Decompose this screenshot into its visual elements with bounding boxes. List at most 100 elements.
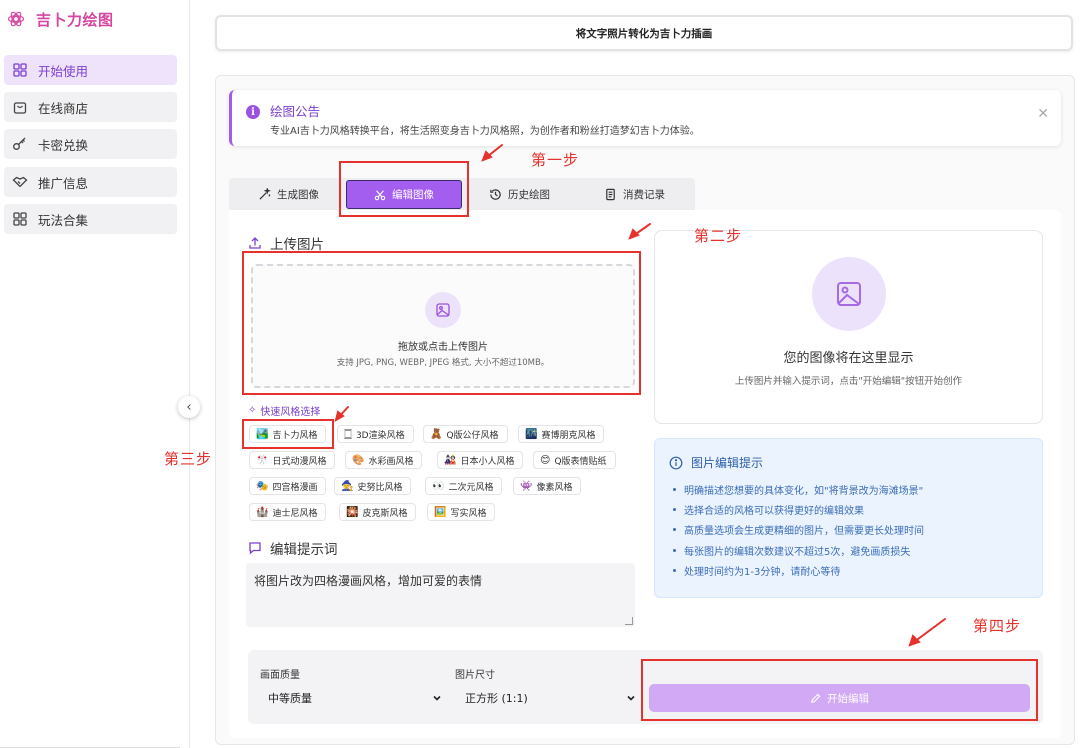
sparkle-icon: ✧: [248, 405, 257, 416]
list-item: 高质量选项会生成更精细的图片，但需要更长处理时间: [673, 520, 924, 540]
handshake-icon: [12, 176, 28, 187]
chevron-left-icon: ‹: [186, 399, 192, 415]
style-chip-pixel[interactable]: 👾 像素风格: [513, 477, 582, 495]
style-chip-sticker[interactable]: 😊 Q版表情贴纸: [533, 451, 616, 469]
style-chip-chibi[interactable]: 🧸 Q版公仔风格: [423, 425, 508, 443]
tab-generate[interactable]: 生成图像: [258, 178, 319, 210]
notice-title: 绘图公告: [270, 104, 321, 119]
tips-title: 图片编辑提示: [669, 454, 763, 471]
cube-icon: 🀆: [344, 428, 352, 440]
style-chip-anime[interactable]: 🎌 日式动漫风格: [249, 451, 336, 469]
sidebar-item-label: 开始使用: [38, 63, 89, 79]
list-item: 选择合适的风格可以获得更好的编辑效果: [673, 499, 924, 519]
style-chip-japanese-doll[interactable]: 🎎 日本小人风格: [437, 451, 524, 469]
annotation-step2-label: 第二步: [694, 227, 743, 245]
style-chip-3d[interactable]: 🀆 3D渲染风格: [337, 425, 414, 443]
sidebar-item-redeem[interactable]: 卡密兑换: [4, 129, 177, 159]
brand[interactable]: 吉卜力绘图: [6, 8, 114, 30]
grid-icon: [13, 63, 27, 77]
brand-name: 吉卜力绘图: [36, 10, 114, 29]
tab-label: 历史绘图: [508, 188, 550, 201]
annotation-box-step1: [339, 161, 469, 217]
tab-label: 消费记录: [623, 188, 665, 201]
info-icon: i: [246, 105, 260, 119]
tab-billing[interactable]: 消费记录: [604, 178, 665, 210]
upload-heading: 上传图片: [248, 233, 324, 253]
sidebar-item-shop[interactable]: 在线商店: [4, 92, 177, 122]
preview-subtitle: 上传图片并输入提示词，点击"开始编辑"按钮开始创作: [734, 376, 963, 387]
sidebar-item-label: 推广信息: [38, 175, 89, 191]
character-icon: 🧙: [341, 480, 354, 492]
annotation-box-step2: [242, 251, 641, 395]
sidebar-item-label: 玩法合集: [38, 212, 89, 228]
chat-bubble-icon: [249, 542, 261, 555]
preview-title: 您的图像将在这里显示: [783, 351, 914, 366]
prompt-heading: 编辑提示词: [248, 538, 338, 558]
close-icon[interactable]: ✕: [1037, 106, 1049, 122]
image-placeholder-icon: [812, 257, 886, 331]
masks-icon: 🎭: [256, 480, 269, 492]
chevron-down-icon: [627, 695, 635, 701]
prompt-value: 将图片改为四格漫画风格，增加可爱的表情: [254, 574, 483, 588]
annotation-step4-label: 第四步: [973, 617, 1022, 635]
palette-icon: 🎨: [352, 454, 365, 466]
shopping-bag-icon: [13, 102, 27, 114]
prompt-heading-text: 编辑提示词: [270, 542, 338, 558]
history-icon: [490, 188, 501, 200]
sidebar-item-promotion[interactable]: 推广信息: [4, 167, 177, 197]
style-chip-cyberpunk[interactable]: 🌃 赛博朋克风格: [518, 425, 605, 443]
quick-style-label: ✧ 快速风格选择: [248, 405, 321, 418]
city-night-icon: 🌃: [525, 428, 538, 440]
castle-icon: 🏰: [256, 506, 269, 518]
annotation-box-step3: [242, 419, 334, 449]
openai-logo-icon: [7, 11, 25, 27]
upload-icon: [249, 237, 261, 249]
space-invader-icon: 👾: [520, 480, 533, 492]
sidebar-item-label: 在线商店: [38, 100, 89, 116]
size-label: 图片尺寸: [455, 670, 495, 681]
style-chip-watercolor[interactable]: 🎨 水彩画风格: [345, 451, 423, 469]
list-item: 每张图片的编辑次数建议不超过5次，避免画质损失: [673, 540, 924, 560]
style-chip-disney[interactable]: 🏰 迪士尼风格: [249, 503, 327, 521]
list-item: 明确描述您想要的具体变化，如"将背景改为海滩场景": [673, 479, 924, 499]
teddy-bear-icon: 🧸: [430, 428, 443, 440]
image-preview-panel: 您的图像将在这里显示 上传图片并输入提示词，点击"开始编辑"按钮开始创作: [654, 230, 1043, 424]
page-title-bar: 将文字照片转化为吉卜力插画: [215, 15, 1073, 51]
annotation-step3-label: 第三步: [164, 450, 213, 468]
prompt-textarea[interactable]: 将图片改为四格漫画风格，增加可爱的表情: [246, 563, 635, 627]
smile-icon: 😊: [540, 454, 551, 466]
sidebar-item-collection[interactable]: 玩法合集: [4, 204, 177, 234]
size-select[interactable]: 正方形 (1:1): [455, 685, 640, 711]
framed-picture-icon: 🖼️: [434, 506, 447, 518]
tab-label: 生成图像: [277, 188, 319, 201]
sidebar-item-getting-started[interactable]: 开始使用: [4, 55, 177, 85]
notice-text: 专业AI吉卜力风格转换平台，将生活照变身吉卜力风格照，为创作者和粉丝打造梦幻吉卜…: [270, 126, 700, 137]
edit-tips-panel: 图片编辑提示 明确描述您想要的具体变化，如"将背景改为海滩场景" 选择合适的风格…: [654, 438, 1043, 598]
sparkler-icon: 🎇: [346, 506, 359, 518]
dolls-icon: 🎎: [444, 454, 457, 466]
list-item: 处理时间约为1-3分钟，请耐心等待: [673, 561, 924, 581]
flags-icon: 🎌: [256, 454, 269, 466]
collapse-sidebar-button[interactable]: ‹: [178, 396, 200, 418]
style-chip-four-panel-comic[interactable]: 🎭 四宫格漫画: [249, 477, 327, 495]
info-circle-icon: [669, 456, 683, 469]
magic-wand-icon: [259, 187, 271, 200]
quality-label: 画面质量: [260, 670, 300, 681]
chevron-down-icon: [433, 695, 441, 701]
annotation-box-step4: [641, 659, 1038, 721]
grid-icon: [13, 212, 27, 226]
sidebar: 吉卜力绘图 开始使用 在线商店 卡密兑换 推广信息 玩法合集: [0, 0, 190, 748]
quality-select[interactable]: 中等质量: [258, 685, 446, 711]
receipt-icon: [606, 188, 615, 200]
tab-history[interactable]: 历史绘图: [489, 178, 550, 210]
sidebar-item-label: 卡密兑换: [38, 137, 89, 153]
style-chip-realistic[interactable]: 🖼️ 写实风格: [427, 503, 496, 521]
style-chip-snoopy[interactable]: 🧙 史努比风格: [334, 477, 412, 495]
resize-handle[interactable]: [625, 617, 633, 625]
eyes-icon: 👀: [432, 480, 445, 492]
key-icon: [13, 137, 26, 150]
style-chip-pixar[interactable]: 🎇 皮克斯风格: [339, 503, 417, 521]
notice-banner: i 绘图公告 专业AI吉卜力风格转换平台，将生活照变身吉卜力风格照，为创作者和粉…: [229, 90, 1061, 146]
upload-heading-text: 上传图片: [270, 237, 324, 253]
style-chip-2d[interactable]: 👀 二次元风格: [425, 477, 503, 495]
